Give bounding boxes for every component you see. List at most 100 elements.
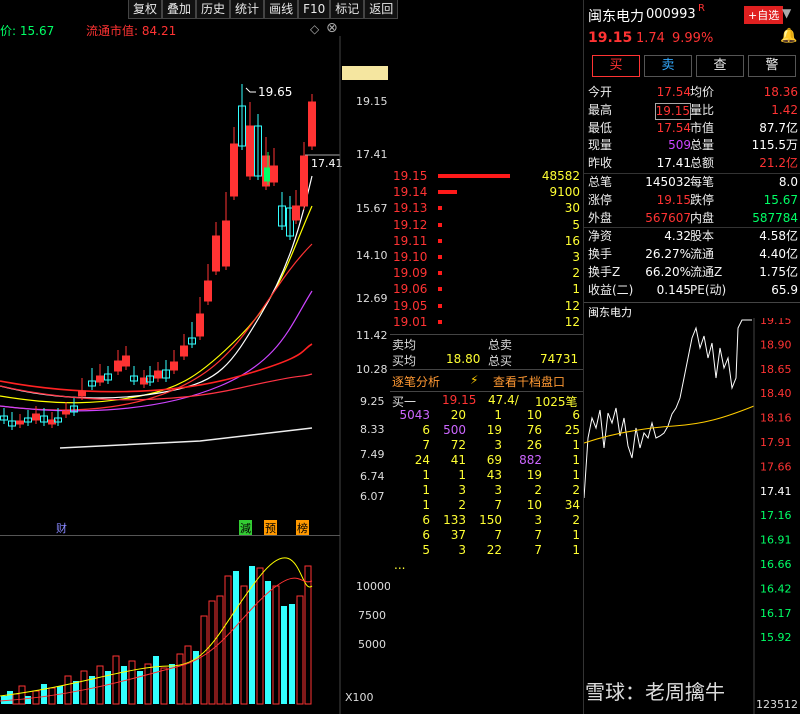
tick-cell: 3: [494, 438, 502, 452]
current-price: 19.15: [588, 30, 633, 46]
candle-body: [16, 420, 24, 425]
quote-value: 0.145: [656, 282, 691, 297]
volume-bar: [240, 585, 248, 705]
volume-axis-label: 5000: [358, 638, 386, 651]
order-book-row[interactable]: 19.05 12: [390, 298, 583, 314]
volume-unit-label: X100: [345, 691, 374, 704]
ma60-line: [0, 343, 313, 393]
order-volume: 12: [564, 298, 580, 313]
quote-value: 87.7亿: [759, 120, 798, 135]
order-book-row[interactable]: 19.09 2: [390, 265, 583, 281]
order-book-row[interactable]: 19.06 1: [390, 281, 583, 297]
order-book-row[interactable]: 19.13 30: [390, 200, 583, 216]
volume-bar: [233, 571, 239, 704]
tick-analysis-link[interactable]: 逐笔分析: [392, 373, 440, 390]
quote-label: 总量: [690, 138, 715, 153]
price-axis-label: 10.28: [356, 363, 388, 376]
tab-query[interactable]: 查: [696, 55, 744, 77]
candle-body: [230, 143, 238, 197]
add-watchlist-button[interactable]: +自选: [744, 6, 784, 24]
volume-bar: [7, 691, 13, 704]
candle-body: [300, 155, 308, 207]
volume-bar: [296, 595, 304, 705]
candle-body: [212, 235, 220, 272]
quote-label: 涨停: [588, 192, 613, 207]
volume-bar: [112, 655, 120, 705]
event-tag-jian[interactable]: 減: [239, 520, 252, 536]
toolbar-overlay-button[interactable]: 叠加: [162, 0, 197, 19]
order-book-row[interactable]: 19.10 3: [390, 249, 583, 265]
book-divider: [390, 334, 583, 335]
volume-chart[interactable]: 10000 7500 5000 X100: [0, 536, 390, 714]
toolbar-fuquan-button[interactable]: 复权: [128, 0, 163, 19]
candle-body: [96, 375, 104, 383]
volume-bar: [80, 670, 88, 705]
tab-buy[interactable]: 买: [592, 55, 640, 77]
event-tag-yu[interactable]: 预: [264, 520, 277, 536]
tick-cell: 1: [494, 408, 502, 422]
candlestick-chart[interactable]: 19.65 17.41 19.15 17.41 15.67 14.10 12.6…: [0, 36, 390, 536]
order-book-row[interactable]: 19.01 12: [390, 314, 583, 330]
close-icon[interactable]: ⊗: [326, 20, 338, 36]
order-volume: 12: [564, 314, 580, 329]
total-buy-value: 74731: [540, 352, 579, 366]
quote-row: 收益(二) 0.145 PE(动) 65.9: [584, 282, 800, 300]
tick-cell: 1: [572, 453, 580, 467]
toolbar-back-button[interactable]: 返回: [364, 0, 399, 19]
quote-row: 最低 17.54 市值 87.7亿: [584, 120, 800, 138]
volume-bar: [64, 675, 72, 705]
candles-group: [0, 84, 316, 430]
order-volume-bar: [438, 222, 442, 227]
candle-body: [154, 370, 162, 379]
tick-queue-row: 1 2 7 10 34: [390, 498, 583, 513]
intraday-mini-chart[interactable]: 19.15 18.90 18.65 18.40 18.16 17.91 17.66 17.41…: [584, 318, 800, 714]
ma30-line: [0, 290, 313, 412]
order-price: 19.11: [393, 233, 428, 248]
volume-bar: [200, 615, 208, 705]
tick-cell: 1: [572, 543, 580, 557]
candle-body: [122, 355, 130, 367]
price-axis-label: 14.10: [356, 249, 388, 262]
tick-cell: 1: [422, 483, 430, 497]
tick-cell: 6: [422, 528, 430, 542]
bell-icon[interactable]: 🔔: [780, 28, 797, 44]
tick-cell: 7: [494, 498, 502, 512]
order-book-row[interactable]: 19.12 5: [390, 217, 583, 233]
high-marker-line: [245, 87, 256, 93]
quote-label: 总笔: [588, 174, 613, 189]
toolbar-f10-button[interactable]: F10: [298, 0, 331, 19]
sell-avg-label: 卖均: [392, 338, 417, 352]
tick-cell: 5: [422, 543, 430, 557]
order-price: 19.12: [393, 217, 428, 232]
tick-cell: 3: [494, 483, 502, 497]
diamond-icon[interactable]: ◇: [310, 22, 319, 36]
mini-axis-label: 15.92: [760, 631, 792, 644]
quote-label: 市值: [690, 120, 715, 135]
mini-axis-label: 19.15: [760, 318, 792, 327]
toolbar-draw-button[interactable]: 画线: [264, 0, 299, 19]
toolbar-stats-button[interactable]: 统计: [230, 0, 265, 19]
tab-sell[interactable]: 卖: [644, 55, 692, 77]
tick-cell: 3: [534, 513, 542, 527]
ma5-line: [0, 175, 313, 399]
chevron-down-icon[interactable]: ▼: [782, 6, 791, 20]
mini-volume-label: 123512: [756, 698, 798, 711]
event-tag-cai[interactable]: 财: [56, 520, 67, 536]
toolbar-mark-button[interactable]: 标记: [330, 0, 365, 19]
volume-bar: [216, 595, 224, 705]
quote-value: 17.54: [656, 120, 691, 135]
tick-cell: 3: [458, 543, 466, 557]
volume-bar: [184, 645, 192, 705]
tab-alert[interactable]: 警: [748, 55, 796, 77]
order-book-row[interactable]: 19.14 9100: [390, 184, 583, 200]
order-volume-bar: [438, 319, 442, 324]
tick-cell: 882: [519, 453, 542, 467]
volume-bar: [224, 575, 232, 705]
quote-label: 外盘: [588, 210, 613, 225]
tick-queue-row: 5 3 22 7 1: [390, 543, 583, 558]
toolbar-history-button[interactable]: 历史: [196, 0, 231, 19]
event-tag-bang[interactable]: 榜: [296, 520, 309, 536]
order-book-row[interactable]: 19.15 48582: [390, 168, 583, 184]
order-book-row[interactable]: 19.11 16: [390, 233, 583, 249]
thousand-book-link[interactable]: 查看千档盘口: [493, 373, 565, 390]
